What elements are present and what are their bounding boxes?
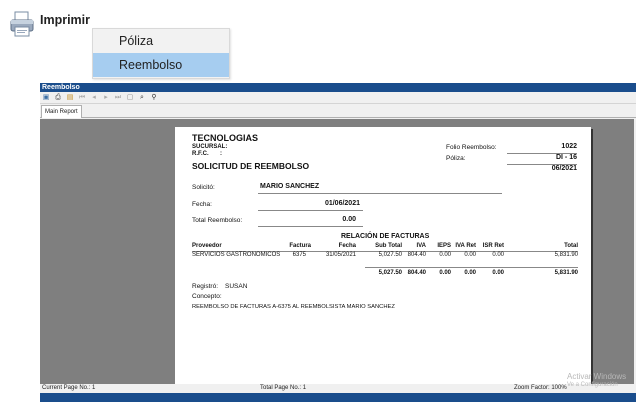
total-subtotal: 5,027.50 xyxy=(378,270,402,276)
print-label: Imprimir xyxy=(40,13,91,27)
row-subtotal: 5,027.50 xyxy=(378,252,402,258)
concepto-label: Concepto: xyxy=(192,293,222,300)
print-menu: Póliza Reembolso xyxy=(92,28,230,79)
print-button[interactable]: Imprimir xyxy=(8,10,90,40)
period-value: 06/2021 xyxy=(551,165,577,172)
fecha-underline xyxy=(258,210,363,211)
row-isr-ret: 0.00 xyxy=(492,252,504,258)
poliza-value: DI - 16 xyxy=(555,154,577,161)
rfc-label: R.F.C. xyxy=(192,151,209,157)
col-isr-ret: ISR Ret xyxy=(482,243,504,249)
row-ieps: 0.00 xyxy=(439,252,451,258)
report-window: Reembolso ▣ ⎙ ▤ ⏮ ◂ ▸ ⏭ ▢ ⌕ ⚲ Main Repor… xyxy=(40,83,636,402)
col-ieps: IEPS xyxy=(437,243,451,249)
goto-page-icon[interactable]: ▢ xyxy=(126,94,134,102)
document-title: SOLICITUD DE REEMBOLSO xyxy=(192,161,310,171)
menu-item-poliza[interactable]: Póliza xyxy=(93,29,229,53)
last-page-icon[interactable]: ⏭ xyxy=(114,94,122,102)
registro-label: Registró: xyxy=(192,283,219,290)
col-iva: IVA xyxy=(416,243,426,249)
row-iva-ret: 0.00 xyxy=(464,252,476,258)
window-title: Reembolso xyxy=(40,83,636,92)
tab-main-report[interactable]: Main Report xyxy=(41,105,82,118)
total-iva-ret: 0.00 xyxy=(464,270,476,276)
total-total: 5,831.90 xyxy=(554,270,578,276)
poliza-label: Póliza: xyxy=(446,155,466,162)
total-reembolso-label: Total Reembolso: xyxy=(192,217,243,224)
export-icon[interactable]: ▣ xyxy=(42,94,50,102)
first-page-icon[interactable]: ⏮ xyxy=(78,94,86,102)
registro-value: SUSAN xyxy=(225,283,248,290)
total-isr-ret: 0.00 xyxy=(492,270,504,276)
print-icon[interactable]: ⎙ xyxy=(54,94,62,102)
solicito-value: MARIO SANCHEZ xyxy=(260,183,320,190)
prev-page-icon[interactable]: ◂ xyxy=(90,94,98,102)
solicito-label: Solicitó: xyxy=(192,184,215,191)
row-iva: 804.40 xyxy=(407,252,426,258)
total-iva: 804.40 xyxy=(407,270,426,276)
fecha-label: Fecha: xyxy=(192,201,212,208)
company-name: TECNOLOGIAS xyxy=(192,133,259,143)
next-page-icon[interactable]: ▸ xyxy=(102,94,110,102)
col-subtotal: Sub Total xyxy=(375,243,402,249)
status-total-page: Total Page No.: 1 xyxy=(260,385,307,391)
status-zoom: Zoom Factor: 100% xyxy=(514,385,567,391)
col-proveedor: Proveedor xyxy=(192,243,222,249)
folio-label: Folio Reembolso: xyxy=(446,144,497,151)
row-factura: 6375 xyxy=(292,252,306,258)
total-reembolso-value: 0.00 xyxy=(342,216,356,223)
fecha-value: 01/06/2021 xyxy=(324,200,360,207)
menu-item-reembolso[interactable]: Reembolso xyxy=(93,53,229,77)
status-bar: Current Page No.: 1 Total Page No.: 1 Zo… xyxy=(40,384,636,393)
col-fecha: Fecha xyxy=(338,243,356,249)
zoom-icon[interactable]: ⚲ xyxy=(150,94,158,102)
col-total: Total xyxy=(564,243,578,249)
row-total: 5,831.90 xyxy=(554,252,578,258)
activation-watermark-subtitle: Ve a Configuración xyxy=(567,382,618,388)
total-underline xyxy=(258,226,363,227)
sucursal-label: SUCURSAL: xyxy=(192,144,228,150)
row-fecha: 31/05/2021 xyxy=(325,252,356,258)
concepto-value: REEMBOLSO DE FACTURAS A-6375 AL REEMBOLS… xyxy=(192,304,395,310)
viewer-toolbar: ▣ ⎙ ▤ ⏮ ◂ ▸ ⏭ ▢ ⌕ ⚲ xyxy=(40,92,636,104)
total-ieps: 0.00 xyxy=(439,270,451,276)
printer-icon xyxy=(10,11,34,37)
report-viewer[interactable]: TECNOLOGIAS SUCURSAL: R.F.C. : SOLICITUD… xyxy=(40,119,634,390)
tab-bar: Main Report xyxy=(40,104,636,118)
rfc-sep: : xyxy=(220,151,222,157)
col-factura: Factura xyxy=(289,243,311,249)
report-page: TECNOLOGIAS SUCURSAL: R.F.C. : SOLICITUD… xyxy=(175,127,591,389)
find-icon[interactable]: ⌕ xyxy=(138,94,146,102)
section-title: RELACIÓN DE FACTURAS xyxy=(341,233,430,240)
window-bottom-bar xyxy=(40,393,636,402)
folio-value: 1022 xyxy=(561,143,577,150)
group-tree-icon[interactable]: ▤ xyxy=(66,94,74,102)
row-proveedor: SERVICIOS GASTRONOMICOS xyxy=(192,252,281,258)
totals-line xyxy=(365,267,578,268)
solicito-underline xyxy=(258,193,502,194)
col-iva-ret: IVA Ret xyxy=(455,243,476,249)
activation-watermark-title: Activar Windows xyxy=(567,372,627,381)
status-current-page: Current Page No.: 1 xyxy=(42,385,96,391)
